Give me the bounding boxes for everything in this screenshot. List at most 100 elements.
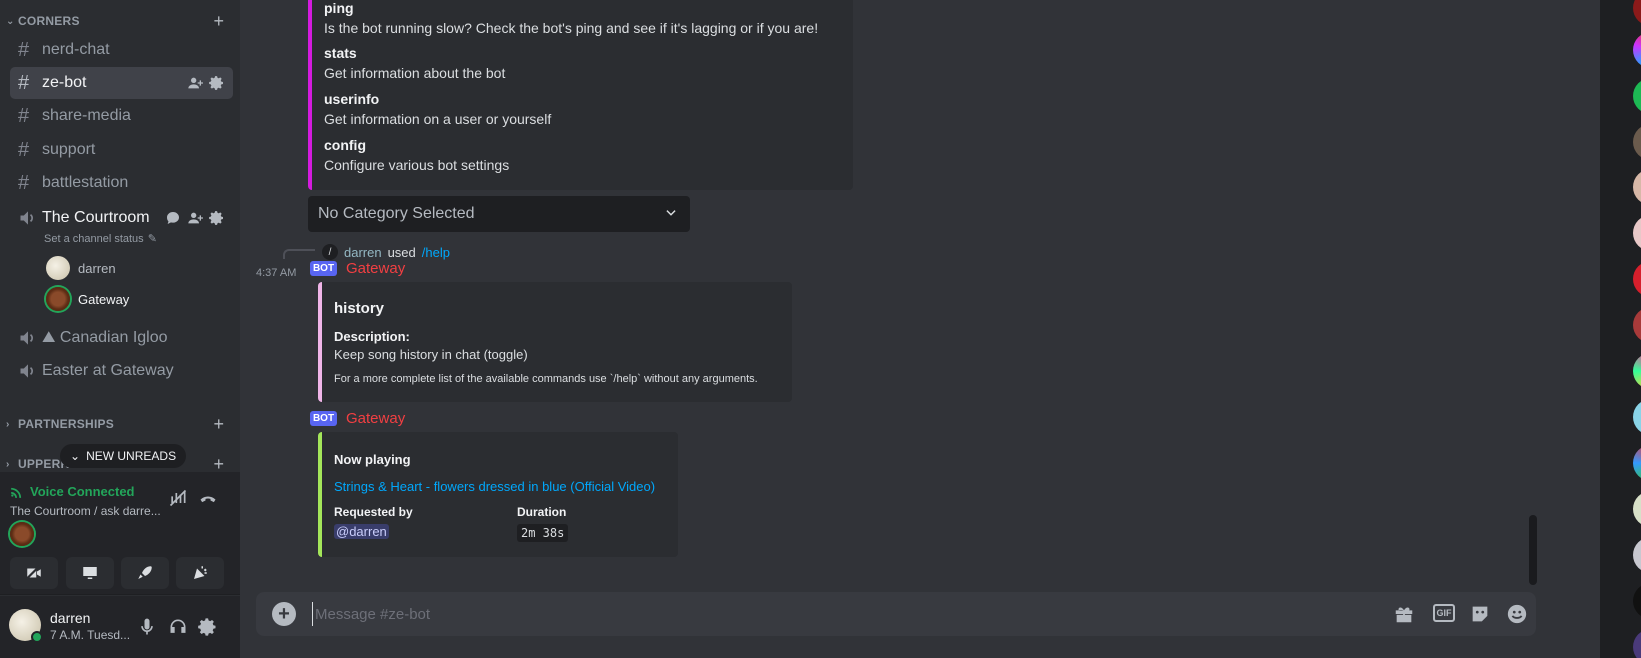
invite-user-icon[interactable] xyxy=(187,210,203,226)
server-icon[interactable] xyxy=(1633,537,1641,573)
command-name: stats xyxy=(324,45,357,61)
server-icon[interactable] xyxy=(1633,0,1641,26)
voice-channel-easter-at-gateway[interactable]: Easter at Gateway xyxy=(10,355,233,387)
rocket-icon xyxy=(138,566,152,579)
channel-sidebar: ⌄ CORNERS + # nerd-chat # ze-bot # share… xyxy=(0,0,240,658)
select-value: No Category Selected xyxy=(318,205,475,222)
screen-share-button[interactable] xyxy=(66,557,114,589)
cmd-config: config Configure various bot settings xyxy=(324,137,509,173)
user-mention[interactable]: @darren xyxy=(334,524,389,539)
sticker-icon[interactable] xyxy=(1469,603,1491,625)
channel-label: support xyxy=(42,141,96,158)
voice-channel-canadian-igloo[interactable]: ⛰ Canadian Igloo xyxy=(10,322,233,354)
signal-icon[interactable] xyxy=(10,485,24,499)
set-channel-status[interactable]: Set a channel status ✎ xyxy=(44,232,157,246)
channel-share-media[interactable]: # share-media xyxy=(10,100,233,132)
category-corners[interactable]: ⌄ CORNERS xyxy=(6,11,80,31)
embed-title: history xyxy=(334,300,385,317)
voice-connected-label: Voice Connected xyxy=(30,484,135,499)
chat-bubble-icon[interactable] xyxy=(165,210,181,226)
command-name: ping xyxy=(324,0,354,16)
command-name: userinfo xyxy=(324,91,380,107)
bot-tag: BOT xyxy=(310,411,337,426)
voice-user-name: darren xyxy=(78,260,116,276)
category-partnerships[interactable]: › PARTNERSHIPS xyxy=(6,414,114,434)
voice-channel-courtroom[interactable]: The Courtroom xyxy=(10,202,233,234)
server-icon[interactable] xyxy=(1633,169,1641,205)
new-unreads-pill[interactable]: ⌄ NEW UNREADS xyxy=(60,444,187,468)
channel-nerd-chat[interactable]: # nerd-chat xyxy=(10,34,233,66)
username: darren xyxy=(50,610,91,626)
camera-off-button[interactable] xyxy=(10,557,58,589)
cmd-stats: stats Get information about the bot xyxy=(324,45,505,81)
chevron-right-icon: › xyxy=(6,458,10,470)
command-desc: Get information on a user or yourself xyxy=(324,111,552,127)
scrollbar-thumb[interactable] xyxy=(1529,515,1537,585)
song-link[interactable]: Strings & Heart - flowers dressed in blu… xyxy=(334,479,655,494)
noise-suppression-icon[interactable] xyxy=(168,488,188,513)
gear-icon[interactable] xyxy=(209,210,225,226)
channel-ze-bot[interactable]: # ze-bot xyxy=(10,67,233,99)
voice-connected-channel[interactable]: The Courtroom / ask darre... xyxy=(10,504,161,518)
chevron-down-icon: ⌄ xyxy=(70,449,81,463)
server-icon[interactable] xyxy=(1633,78,1641,114)
message-input[interactable] xyxy=(312,602,1312,626)
reference-user[interactable]: darren xyxy=(344,245,382,260)
create-channel-plus-icon[interactable]: + xyxy=(213,414,224,434)
voice-user-darren[interactable]: darren xyxy=(46,255,116,281)
disconnect-icon[interactable] xyxy=(198,488,218,513)
invite-user-icon[interactable] xyxy=(187,75,203,91)
channel-label: The Courtroom xyxy=(42,209,150,226)
server-icon[interactable] xyxy=(1633,491,1641,527)
soundboard-button[interactable] xyxy=(176,557,224,589)
speaker-lock-icon xyxy=(18,208,42,228)
gear-icon[interactable] xyxy=(209,75,225,91)
server-icon[interactable] xyxy=(1633,261,1641,297)
command-name: config xyxy=(324,137,366,153)
headphones-icon[interactable] xyxy=(168,617,188,642)
activities-button[interactable] xyxy=(121,557,169,589)
message-author[interactable]: Gateway xyxy=(346,260,405,277)
reply-connector xyxy=(283,249,315,259)
hash-icon: # xyxy=(18,71,30,94)
emoji-icon[interactable] xyxy=(1506,603,1528,625)
server-icon[interactable] xyxy=(1633,32,1641,68)
channel-support[interactable]: # support xyxy=(10,134,233,166)
create-channel-plus-icon[interactable]: + xyxy=(213,11,224,31)
server-icon[interactable] xyxy=(1633,445,1641,481)
channel-battlestation[interactable]: # battlestation xyxy=(10,167,233,199)
hash-icon: # xyxy=(18,104,30,127)
server-icon[interactable] xyxy=(1633,215,1641,251)
server-icon[interactable] xyxy=(1633,583,1641,619)
reference-used-text: used xyxy=(387,244,416,260)
command-reference[interactable]: / darren used /help xyxy=(322,244,450,260)
voice-user-gateway[interactable]: Gateway xyxy=(46,286,129,312)
duration-value: 2m 38s xyxy=(517,524,569,542)
create-channel-plus-icon[interactable]: + xyxy=(213,454,224,474)
voice-participant-avatar[interactable] xyxy=(10,522,34,546)
microphone-icon[interactable] xyxy=(137,617,157,642)
gif-button[interactable]: GIF xyxy=(1433,604,1455,622)
command-desc: Configure various bot settings xyxy=(324,157,510,173)
server-icon[interactable] xyxy=(1633,629,1641,658)
gift-icon[interactable] xyxy=(1393,603,1415,625)
reference-command[interactable]: /help xyxy=(422,245,450,260)
command-desc: Is the bot running slow? Check the bot's… xyxy=(324,20,819,36)
channel-label: nerd-chat xyxy=(42,41,110,58)
channel-label: battlestation xyxy=(42,174,129,191)
message-author[interactable]: Gateway xyxy=(346,410,405,427)
server-icon[interactable] xyxy=(1633,124,1641,160)
voice-connected-title: Voice Connected xyxy=(10,484,135,499)
category-label: PARTNERSHIPS xyxy=(18,417,115,431)
server-icon[interactable] xyxy=(1633,353,1641,389)
embed-field-label: Duration xyxy=(517,505,567,519)
embed-field-value: Keep song history in chat (toggle) xyxy=(334,347,528,362)
gear-icon[interactable] xyxy=(198,617,218,642)
add-attachment-button[interactable]: + xyxy=(272,602,296,626)
embed-footer: For a more complete list of the availabl… xyxy=(334,373,758,385)
category-select-dropdown[interactable]: No Category Selected xyxy=(308,196,690,232)
now-playing-embed: Now playing Strings & Heart - flowers dr… xyxy=(318,432,678,557)
server-icon[interactable] xyxy=(1633,399,1641,435)
server-icon[interactable] xyxy=(1633,307,1641,343)
speaker-lock-icon xyxy=(18,361,42,381)
